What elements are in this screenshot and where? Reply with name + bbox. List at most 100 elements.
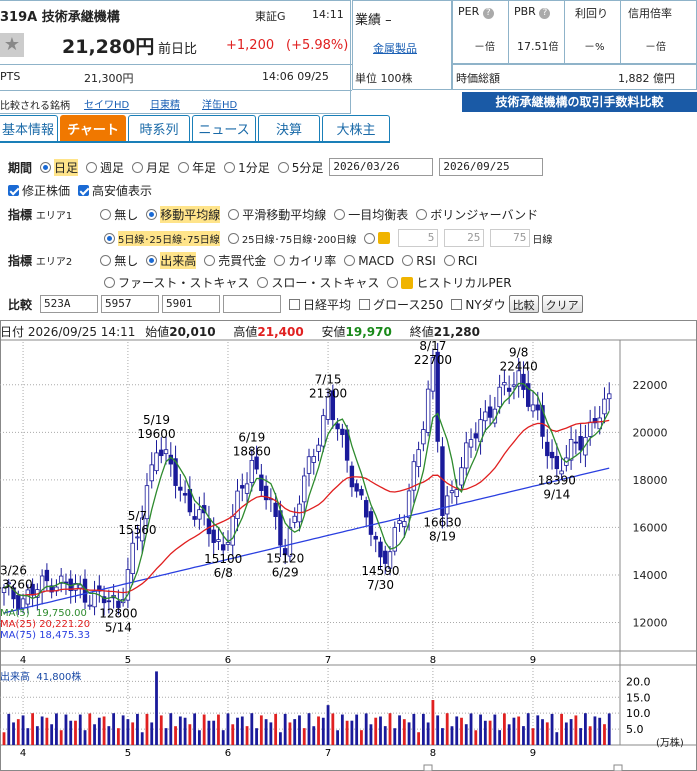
volume-bar <box>464 724 468 745</box>
pts-time: 14:06 09/25 <box>262 70 329 83</box>
volume-bar <box>488 720 492 745</box>
candle-body <box>230 515 235 546</box>
candle-body <box>316 444 321 452</box>
volume-bar <box>555 732 559 745</box>
radio-deviation[interactable] <box>274 255 286 266</box>
volume-bar <box>12 722 15 745</box>
radio-a2-none[interactable] <box>100 255 112 266</box>
candle-body <box>573 441 579 444</box>
compare-link-2[interactable]: 日東精 <box>150 96 180 111</box>
radio-ma[interactable] <box>146 209 158 220</box>
candle-body <box>406 490 412 518</box>
industry-link[interactable]: 金属製品 <box>373 40 417 56</box>
radio-daily[interactable] <box>40 161 52 173</box>
radio-yearly[interactable] <box>178 161 190 173</box>
candle-body <box>587 421 593 437</box>
radio-ma-25-75-200[interactable] <box>227 232 239 244</box>
radio-a1-none[interactable] <box>100 209 112 220</box>
candle-body <box>468 439 474 448</box>
compare-link-3[interactable]: 洋缶HD <box>202 96 237 111</box>
volume-bar <box>460 717 463 745</box>
x-tick-label: 5 <box>125 655 131 666</box>
y-tick-label: 16000 <box>633 521 668 534</box>
volume-unit: (万株) <box>656 738 684 749</box>
tab-basic-info[interactable]: 基本情報 <box>0 115 58 141</box>
radio-ema[interactable] <box>228 209 240 220</box>
tab-earnings[interactable]: 決算 <box>258 115 320 141</box>
ma-custom-2[interactable]: 25 <box>444 229 485 247</box>
star-icon[interactable]: ★ <box>0 33 24 57</box>
candle-body <box>416 449 421 467</box>
clear-button[interactable]: クリア <box>541 295 583 313</box>
radio-turnover[interactable] <box>204 255 216 266</box>
radio-macd[interactable] <box>344 255 356 266</box>
x-tick-label: 8 <box>430 748 436 759</box>
tab-history[interactable]: 時系列 <box>128 115 190 141</box>
candle-body <box>130 542 135 575</box>
nikkei-checkbox[interactable] <box>289 298 301 310</box>
radio-slow-stoch[interactable] <box>257 277 269 288</box>
radio-rsi[interactable] <box>402 255 414 266</box>
date-from-input[interactable]: 2026/03/26 <box>329 158 434 176</box>
lock-icon <box>378 232 391 244</box>
nydow-checkbox[interactable] <box>451 298 463 310</box>
volume-bar <box>507 724 511 745</box>
compare-input-4[interactable] <box>223 295 282 313</box>
tab-news[interactable]: ニュース <box>192 115 256 141</box>
tab-shareholders[interactable]: 大株主 <box>322 115 390 141</box>
radio-5min[interactable] <box>277 161 289 173</box>
annotation-date: 7/30 <box>367 578 394 592</box>
volume-bar <box>450 726 454 745</box>
compare-button[interactable]: 比較 <box>508 295 539 313</box>
annotation-date: 6/19 <box>238 430 265 444</box>
compare-input-2[interactable]: 5957 <box>101 295 160 313</box>
volume-bar <box>421 713 425 745</box>
pts-label: PTS <box>0 70 21 83</box>
radio-ichimoku[interactable] <box>334 209 346 220</box>
compare-link-1[interactable]: セイワHD <box>84 96 129 111</box>
radio-weekly[interactable] <box>86 161 98 173</box>
radio-volume[interactable] <box>146 255 158 266</box>
area1-row: 指標 エリア1 無し 移動平均線 平滑移動平均線 一目均衡表 ボリンジャーバンド <box>8 206 539 223</box>
help-icon[interactable]: ? <box>482 8 494 19</box>
hilo-checkbox[interactable] <box>78 185 90 196</box>
annotation-value: 18860 <box>233 444 271 458</box>
compare-input-1[interactable]: 523A <box>40 295 99 313</box>
tab-chart[interactable]: チャート <box>60 115 126 141</box>
help-icon[interactable]: ? <box>539 8 551 19</box>
radio-hist-per[interactable] <box>387 277 399 288</box>
volume-bar <box>436 715 440 745</box>
radio-fast-stoch[interactable] <box>104 277 115 288</box>
growth250-checkbox[interactable] <box>359 298 371 310</box>
radio-ma-5-25-75[interactable] <box>104 232 115 244</box>
annotation-date: 6/29 <box>272 565 299 579</box>
volume-bar <box>336 730 339 745</box>
candle-body <box>421 429 426 445</box>
date-to-input[interactable]: 2026/09/25 <box>439 158 544 176</box>
radio-1min[interactable] <box>224 161 236 173</box>
candle-body <box>278 510 283 546</box>
candle-body <box>20 598 26 609</box>
volume-bar <box>217 714 220 745</box>
candle-body <box>235 490 240 520</box>
candle-body <box>535 404 540 411</box>
radio-rci[interactable] <box>443 255 455 266</box>
annotation-date: 5/7 <box>128 509 147 523</box>
radio-ma-custom[interactable] <box>364 232 376 244</box>
radio-monthly[interactable] <box>132 161 144 173</box>
candle-body <box>549 451 555 459</box>
volume-bar <box>455 716 459 745</box>
adjusted-price-checkbox[interactable] <box>8 185 19 196</box>
volume-bar <box>369 724 373 745</box>
volume-label: 出来高 41,800株 <box>0 672 82 683</box>
ma-custom-1[interactable]: 5 <box>398 229 439 247</box>
ma-custom-3[interactable]: 75 <box>490 229 531 247</box>
stock-chart[interactable]: 日付 2026/09/25 14:11 始値20,010 高値21,400 安値… <box>0 320 697 771</box>
compare-input-3[interactable]: 5901 <box>162 295 221 313</box>
fee-compare-banner[interactable]: 技術承継機構の取引手数料比較 <box>462 92 697 112</box>
radio-bollinger[interactable] <box>416 209 428 220</box>
ma75-line <box>3 467 610 614</box>
candle-body <box>254 456 259 470</box>
volume-bar <box>307 713 311 745</box>
x-tick-label: 4 <box>20 748 26 759</box>
